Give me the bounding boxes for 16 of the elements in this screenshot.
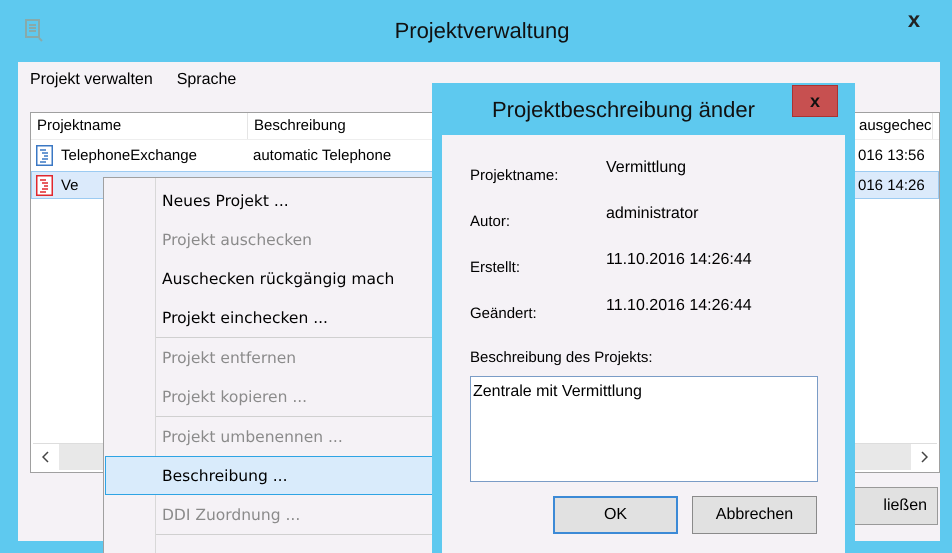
window-title: Projektverwaltung <box>394 18 570 44</box>
table-cell: 016 13:56 <box>858 146 925 164</box>
field-value: administrator <box>606 204 700 224</box>
field-label: Projektname: <box>470 166 560 186</box>
field-label: Erstellt: <box>470 258 522 278</box>
field-value: Vermittlung <box>606 158 688 178</box>
field-label: Geändert: <box>470 304 538 324</box>
field-value: 11.10.2016 14:26:44 <box>606 296 753 316</box>
table-cell: TelephoneExchange <box>61 146 197 164</box>
dialog-title: Projektbeschreibung änder <box>491 96 756 123</box>
field-label: Beschreibung des Projekts: <box>470 349 654 366</box>
field-value: 11.10.2016 14:26:44 <box>606 250 753 270</box>
table-cell: automatic Telephone <box>253 146 392 164</box>
table-cell: Ve <box>61 176 79 194</box>
field-label: Autor: <box>470 212 512 232</box>
table-cell: 016 14:26 <box>858 176 925 194</box>
